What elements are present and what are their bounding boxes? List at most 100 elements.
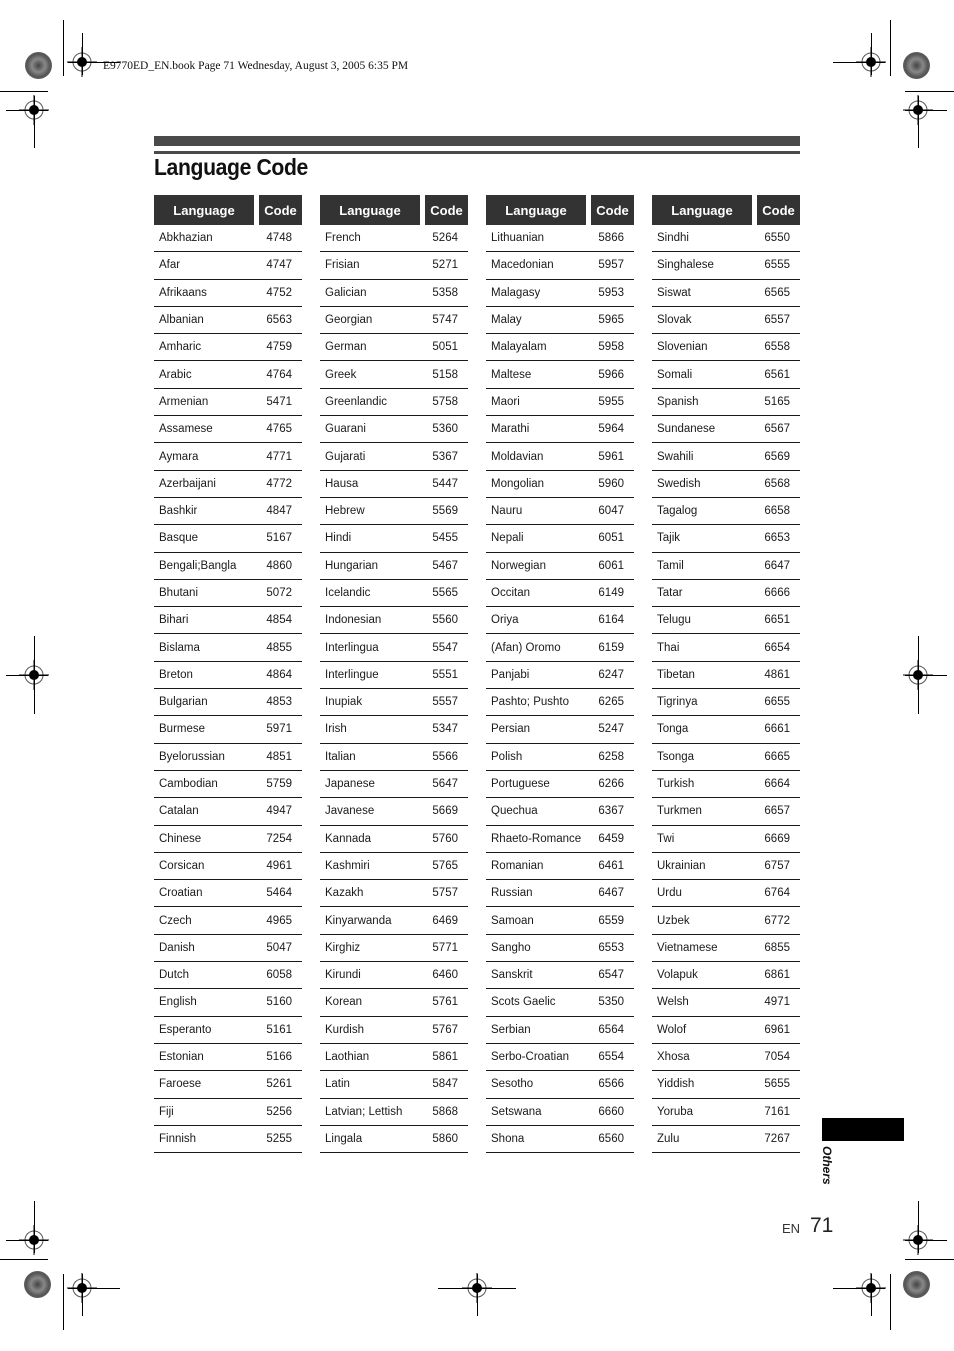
language-name: Hausa	[325, 477, 359, 490]
language-code: 4961	[266, 859, 292, 872]
language-code: 5971	[266, 723, 292, 736]
crop-mark	[68, 62, 120, 63]
table-row: Norwegian 6061	[486, 553, 634, 580]
language-code: 4771	[266, 450, 292, 463]
table-row: Inupiak 5557	[320, 689, 468, 717]
table-row: Italian 5566	[320, 744, 468, 771]
table-row: Marathi 5964	[486, 416, 634, 444]
section-tab-label: Others	[820, 1146, 834, 1185]
crop-mark	[63, 20, 64, 76]
table-row: Serbian 6564	[486, 1017, 634, 1044]
language-code: 6058	[266, 969, 292, 982]
table-row: Icelandic 5565	[320, 580, 468, 608]
table-row: Estonian 5166	[154, 1044, 302, 1072]
language-table-4: Language Code Sindhi 6550 Singhalese 6555 Si…	[652, 195, 800, 1154]
language-code: 7054	[764, 1051, 790, 1064]
table-row: Sanskrit 6547	[486, 962, 634, 990]
table-row: Kazakh 5757	[320, 880, 468, 908]
table-row: Shona 6560	[486, 1126, 634, 1154]
table-row: Scots Gaelic 5350	[486, 989, 634, 1017]
language-name: Kashmiri	[325, 859, 370, 872]
language-code: 5360	[432, 423, 458, 436]
language-code: 6149	[598, 587, 624, 599]
language-code: 5760	[432, 832, 458, 845]
table-row: Moldavian 5961	[486, 443, 634, 471]
language-name: Marathi	[491, 423, 530, 436]
table-row: Cambodian 5759	[154, 771, 302, 799]
crop-mark	[477, 1274, 478, 1316]
language-name: Bislama	[159, 641, 200, 654]
language-name: Guarani	[325, 423, 366, 436]
table-row: Armenian 5471	[154, 389, 302, 417]
language-code: 5455	[432, 532, 458, 545]
language-name: Bihari	[159, 614, 189, 627]
language-name: Interlingue	[325, 668, 379, 681]
table-row: Macedonian 5957	[486, 252, 634, 280]
language-name: Bengali;Bangla	[159, 559, 237, 572]
language-name: Somali	[657, 368, 693, 381]
language-code: 6051	[598, 532, 624, 545]
table-header: Language Code	[652, 195, 800, 225]
language-code: 6657	[764, 805, 790, 818]
language-name: Thai	[657, 641, 680, 654]
language-name: Sindhi	[657, 232, 689, 245]
language-code: 5256	[266, 1105, 292, 1118]
column-header-language: Language	[486, 195, 586, 225]
language-name: Mongolian	[491, 477, 545, 490]
language-name: Swedish	[657, 477, 701, 490]
table-row: Hindi 5455	[320, 525, 468, 553]
table-row: Afrikaans 4752	[154, 280, 302, 307]
language-code: 5961	[598, 450, 624, 463]
table-row: Samoan 6559	[486, 907, 634, 935]
crop-mark	[6, 110, 48, 111]
table-row: Assamese 4765	[154, 416, 302, 444]
table-row: Nepali 6051	[486, 525, 634, 553]
language-name: Bashkir	[159, 505, 198, 518]
table-row: Twi 6669	[652, 826, 800, 853]
language-code: 6159	[598, 641, 624, 654]
language-name: Catalan	[159, 805, 199, 818]
language-code: 6566	[598, 1078, 624, 1091]
table-row: Bengali;Bangla 4860	[154, 553, 302, 580]
table-row: Vietnamese 6855	[652, 935, 800, 963]
table-row: Maori 5955	[486, 389, 634, 417]
table-row: Tsonga 6665	[652, 744, 800, 771]
table-row: Welsh 4971	[652, 989, 800, 1017]
language-code: 5866	[598, 232, 624, 245]
language-code: 6164	[598, 614, 624, 627]
column-header-code: Code	[591, 195, 634, 225]
table-row: Danish 5047	[154, 935, 302, 963]
language-name: Tibetan	[657, 668, 695, 681]
language-name: Urdu	[657, 887, 682, 900]
table-row: Kashmiri 5765	[320, 853, 468, 881]
language-code: 5551	[432, 668, 458, 681]
language-name: Nepali	[491, 532, 524, 545]
language-name: Uzbek	[657, 914, 690, 927]
language-name: Tonga	[657, 723, 689, 736]
crop-mark	[34, 96, 35, 148]
table-row: Quechua 6367	[486, 798, 634, 826]
language-code: 5347	[432, 723, 458, 736]
table-row: Corsican 4961	[154, 853, 302, 881]
language-code: 5767	[432, 1023, 458, 1036]
language-code: 6664	[764, 778, 790, 791]
language-name: Icelandic	[325, 587, 371, 599]
crop-mark	[833, 62, 885, 63]
language-name: Italian	[325, 750, 356, 763]
language-code: 4855	[266, 641, 292, 654]
language-name: Macedonian	[491, 259, 554, 272]
language-code: 6654	[764, 641, 790, 654]
language-name: Spanish	[657, 395, 699, 408]
language-code: 4860	[266, 559, 292, 572]
table-row: Persian 5247	[486, 716, 634, 744]
table-row: English 5160	[154, 989, 302, 1017]
crop-mark	[905, 91, 954, 92]
language-code: 6557	[764, 314, 790, 327]
crop-mark	[63, 1274, 64, 1330]
language-name: Serbo-Croatian	[491, 1051, 569, 1064]
language-name: Kannada	[325, 832, 372, 845]
language-name: Indonesian	[325, 614, 382, 627]
language-name: Arabic	[159, 368, 192, 381]
language-name: Slovak	[657, 314, 692, 327]
language-code: 4748	[266, 232, 292, 245]
